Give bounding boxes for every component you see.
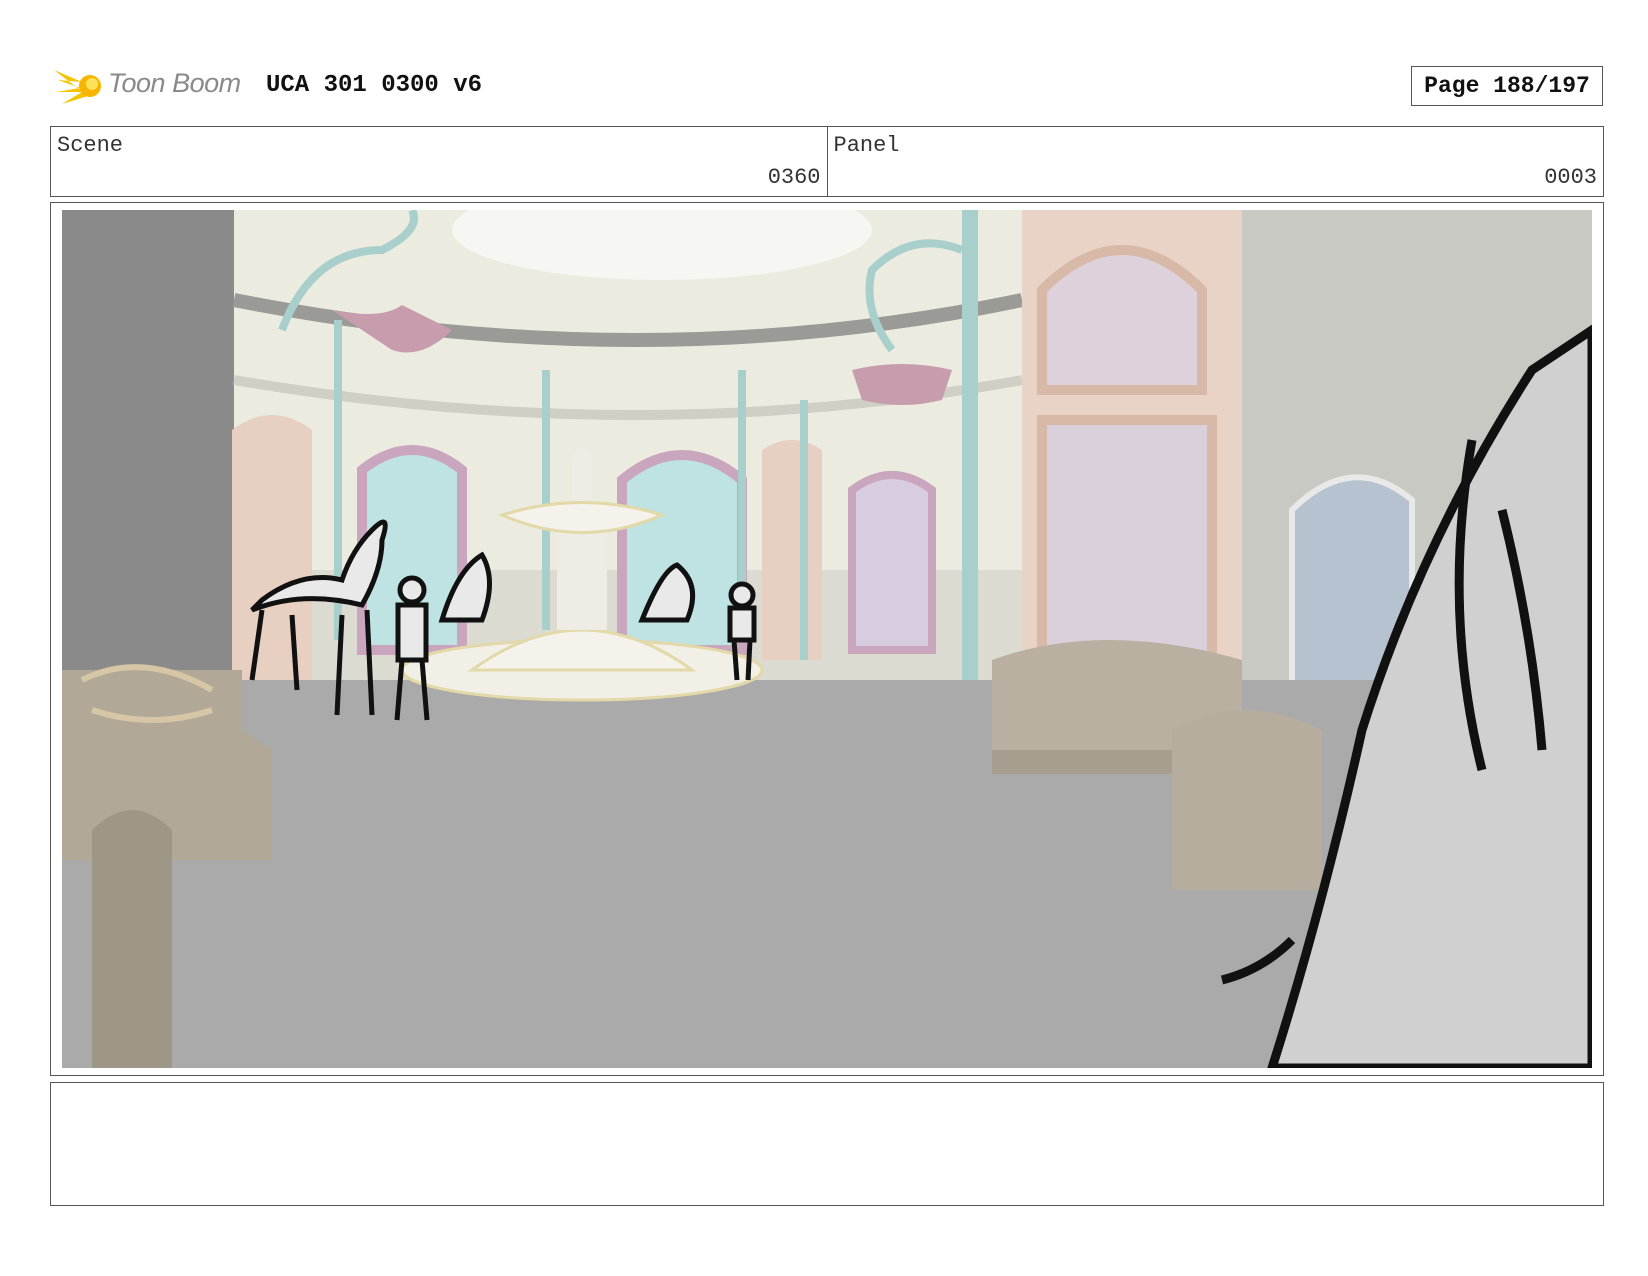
pillar	[800, 400, 808, 660]
logo-text: Toon Boom	[108, 68, 241, 98]
panel-cell: Panel 0003	[826, 127, 1604, 196]
scene-number: 0360	[767, 165, 821, 190]
comet-icon	[54, 70, 101, 104]
panel-notes-box	[50, 1082, 1604, 1206]
page-number: Page 188/197	[1411, 66, 1603, 106]
arched-window-right	[848, 471, 936, 654]
pillar	[542, 370, 550, 630]
hanging-planter-right	[852, 364, 952, 405]
scene-panel-info: Scene 0360 Panel 0003	[50, 126, 1604, 197]
storyboard-panel-image	[62, 210, 1592, 1068]
bench-left-front	[92, 810, 172, 1068]
scene-cell: Scene 0360	[51, 127, 827, 196]
bench-far-right	[1172, 710, 1322, 890]
panel-label: Panel	[833, 133, 900, 158]
right-upper-window	[1037, 245, 1207, 395]
toon-boom-logo: Toon Boom	[52, 58, 252, 114]
panel-number: 0003	[1544, 165, 1597, 190]
fountain-spire	[572, 445, 592, 500]
door-mid	[762, 440, 822, 660]
left-dark-wall	[62, 210, 234, 730]
document-title: UCA 301 0300 v6	[266, 72, 483, 99]
scene-label: Scene	[57, 133, 124, 158]
door-left	[232, 415, 312, 680]
